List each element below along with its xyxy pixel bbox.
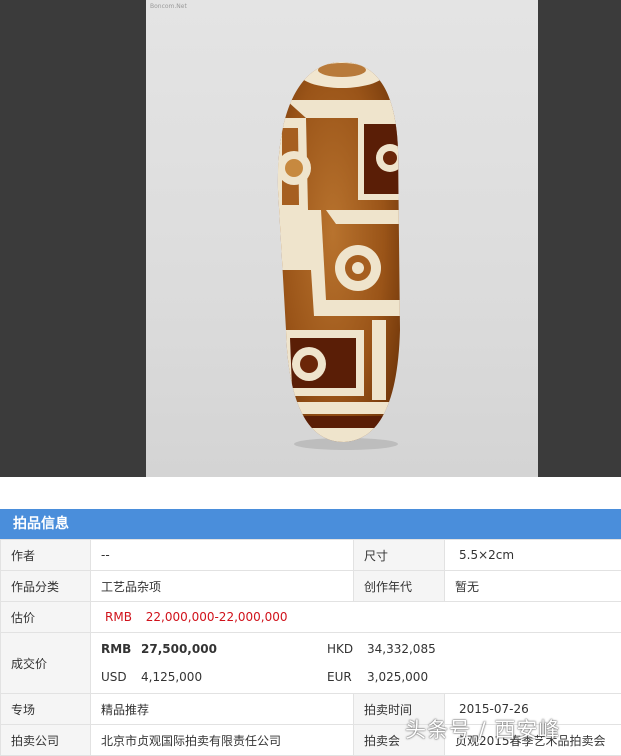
session-label: 专场 bbox=[0, 693, 91, 725]
author-label: 作者 bbox=[0, 539, 91, 571]
source-watermark: 头条号 / 西安峰 bbox=[405, 718, 561, 742]
deal-eur-value: 3,025,000 bbox=[367, 670, 429, 684]
photo-backdrop: Boncom.Net bbox=[0, 0, 621, 477]
deal-hkd-currency: HKD bbox=[327, 642, 354, 656]
session-value[interactable]: 精品推荐 bbox=[90, 693, 354, 725]
deal-usd-value: 4,125,000 bbox=[141, 670, 203, 684]
deal-hkd-value: 34,332,085 bbox=[367, 642, 436, 656]
company-value[interactable]: 北京市贞观国际拍卖有限责任公司 bbox=[90, 724, 354, 756]
category-value: 工艺品杂项 bbox=[90, 570, 354, 602]
deal-usd-currency: USD bbox=[101, 670, 127, 684]
estimate-value: 22,000,000-22,000,000 bbox=[145, 610, 288, 624]
company-label: 拍卖公司 bbox=[0, 724, 91, 756]
lot-info-title: 拍品信息 bbox=[0, 509, 621, 539]
dzi-bead-image bbox=[277, 62, 400, 450]
table-row: 作品分类 工艺品杂项 创作年代 暂无 bbox=[0, 570, 621, 602]
author-value: -- bbox=[90, 539, 354, 571]
estimate-label: 估价 bbox=[0, 601, 91, 633]
year-label: 创作年代 bbox=[353, 570, 445, 602]
table-row: 作者 -- 尺寸 5.5×2cm bbox=[0, 539, 621, 571]
deal-rmb-value: 27,500,000 bbox=[141, 642, 217, 656]
table-row: 估价 RMB 22,000,000-22,000,000 bbox=[0, 601, 621, 633]
size-value: 5.5×2cm bbox=[444, 539, 621, 571]
size-label: 尺寸 bbox=[353, 539, 445, 571]
deal-price-label: 成交价 bbox=[0, 632, 91, 694]
table-row: 成交价 RMB 27,500,000 HKD 34,332,085 USD 4,… bbox=[0, 632, 621, 694]
category-label: 作品分类 bbox=[0, 570, 91, 602]
deal-rmb-currency: RMB bbox=[101, 642, 132, 656]
year-value: 暂无 bbox=[444, 570, 621, 602]
estimate-cell: RMB 22,000,000-22,000,000 bbox=[90, 601, 621, 633]
deal-eur-currency: EUR bbox=[327, 670, 352, 684]
deal-price-cell: RMB 27,500,000 HKD 34,332,085 USD 4,125,… bbox=[90, 632, 621, 694]
artwork-photo[interactable]: Boncom.Net bbox=[146, 0, 538, 477]
estimate-currency: RMB bbox=[105, 610, 132, 624]
